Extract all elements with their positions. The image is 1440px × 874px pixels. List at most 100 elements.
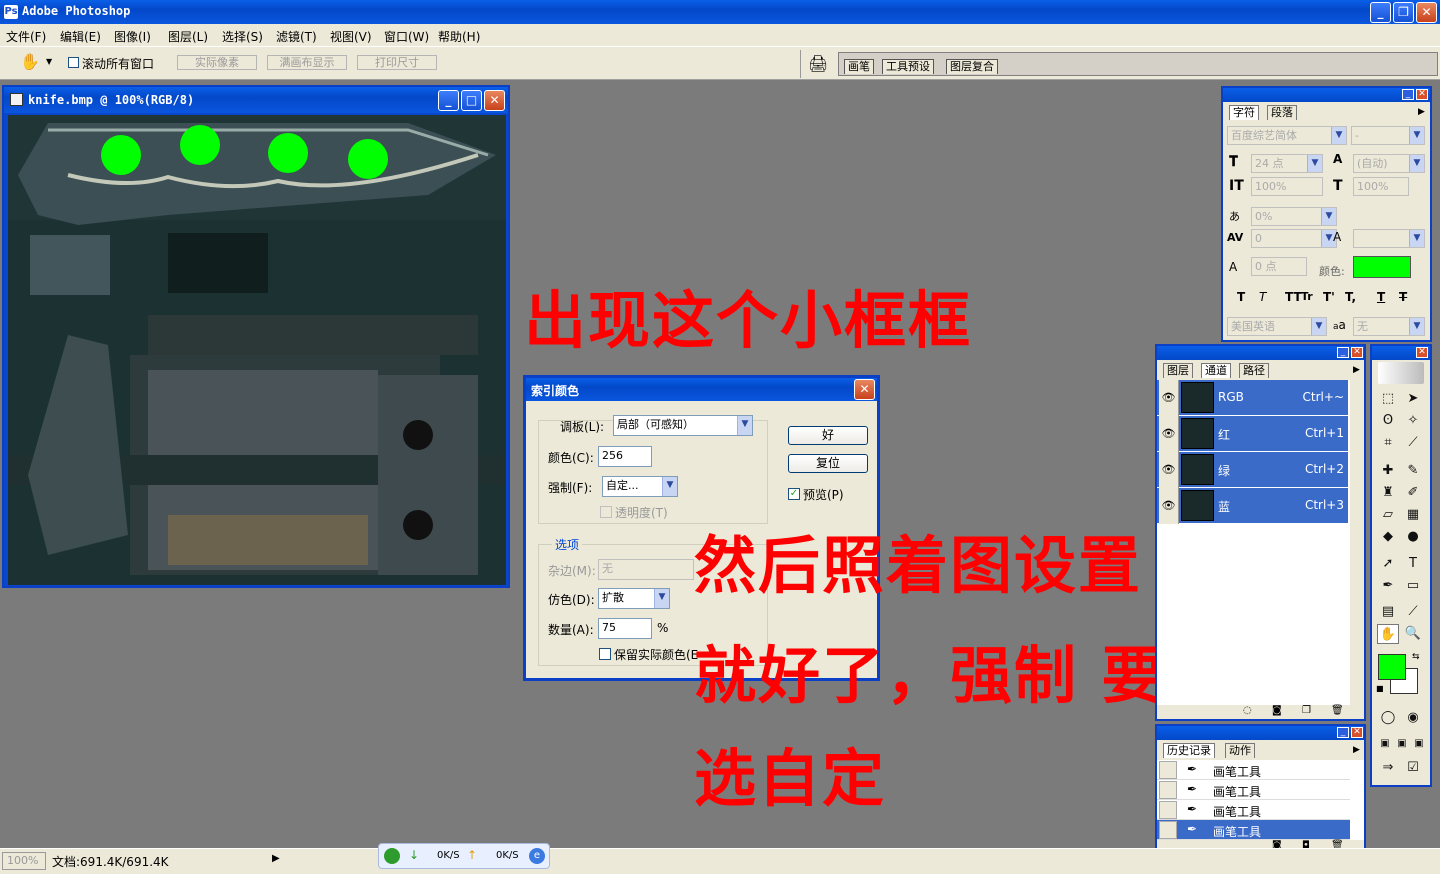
file-browser-icon[interactable]: 🖨 (808, 54, 828, 73)
ie-icon[interactable]: e (529, 848, 545, 864)
fit-screen-button[interactable]: 满画布显示 (267, 55, 347, 70)
history-item[interactable]: ✒ 画笔工具 (1157, 800, 1350, 820)
swap-colors-icon[interactable]: ⇆ (1412, 652, 1420, 662)
menu-help[interactable]: 帮助(H) (438, 28, 480, 45)
pen-tool-icon[interactable]: ✒ (1377, 576, 1399, 596)
load-selection-icon[interactable]: ◌ (1243, 705, 1252, 716)
blur-tool-icon[interactable]: ◆ (1377, 527, 1399, 547)
subscript-button[interactable]: T, (1345, 290, 1356, 304)
restore-button[interactable]: ❐ (1393, 2, 1414, 23)
menu-view[interactable]: 视图(V) (330, 28, 372, 45)
antialias-select[interactable]: 无 ▼ (1353, 317, 1425, 336)
panel-close-icon[interactable]: ✕ (1416, 89, 1428, 100)
panel-close-icon[interactable]: ✕ (1351, 347, 1363, 358)
doc-minimize-button[interactable]: _ (438, 90, 459, 111)
eyedropper-icon[interactable]: ⟋ (1402, 602, 1424, 622)
channel-row-green[interactable]: 👁 绿 Ctrl+2 (1157, 452, 1348, 488)
preserve-checkbox[interactable] (599, 648, 611, 660)
quick-mask-icon[interactable]: ◉ (1402, 708, 1424, 728)
amount-input[interactable]: 75 (598, 618, 652, 639)
leading-select[interactable]: (自动) ▼ (1353, 154, 1425, 173)
ok-button[interactable]: 好 (788, 426, 868, 445)
shape-tool-icon[interactable]: ▭ (1402, 576, 1424, 596)
forced-select[interactable]: 自定... ▼ (602, 476, 678, 497)
gradient-tool-icon[interactable]: ▦ (1402, 505, 1424, 525)
clone-stamp-icon[interactable]: ♜ (1377, 483, 1399, 503)
preview-checkbox[interactable]: ✓ (788, 488, 800, 500)
reset-button[interactable]: 复位 (788, 454, 868, 473)
channel-row-rgb[interactable]: 👁 RGB Ctrl+~ (1157, 380, 1348, 416)
history-source-box[interactable] (1159, 801, 1177, 819)
checkbox-icon[interactable]: ☑ (1402, 758, 1424, 778)
tool-preset-arrow-icon[interactable]: ▼ (46, 57, 52, 66)
foreground-color-swatch[interactable] (1378, 654, 1406, 680)
healing-brush-icon[interactable]: ✚ (1377, 461, 1399, 481)
eye-icon[interactable]: 👁 (1159, 452, 1179, 488)
knife-texture-canvas[interactable] (8, 115, 506, 585)
actual-pixels-button[interactable]: 实际像素 (177, 55, 257, 70)
brush-tool-icon[interactable]: ✎ (1402, 461, 1424, 481)
standard-mode-icon[interactable]: ◯ (1377, 708, 1399, 728)
transparency-checkbox[interactable] (600, 506, 612, 518)
panel-menu-arrow-icon[interactable]: ▶ (1418, 107, 1425, 117)
history-source-box[interactable] (1159, 821, 1177, 839)
palette-select[interactable]: 局部（可感知） ▼ (613, 415, 753, 436)
doc-maximize-button[interactable]: □ (461, 90, 482, 111)
lasso-tool-icon[interactable]: ʘ (1377, 411, 1399, 431)
tab-actions[interactable]: 动作 (1225, 743, 1255, 758)
slice-tool-icon[interactable]: ⟋ (1402, 433, 1424, 453)
all-caps-button[interactable]: TT (1285, 290, 1302, 304)
tab-paths[interactable]: 路径 (1239, 363, 1269, 378)
eraser-tool-icon[interactable]: ▱ (1377, 505, 1399, 525)
dither-select[interactable]: 扩散 ▼ (598, 588, 670, 609)
tracking-select[interactable]: ▼ (1353, 229, 1425, 248)
menu-file[interactable]: 文件(F) (6, 28, 46, 45)
menu-window[interactable]: 窗口(W) (384, 28, 429, 45)
matte-select[interactable]: 无 (598, 559, 694, 580)
well-tab-brushes[interactable]: 画笔 (844, 59, 874, 74)
magic-wand-icon[interactable]: ✧ (1402, 411, 1424, 431)
trash-icon[interactable]: 🗑 (1331, 705, 1344, 716)
font-style-select[interactable]: - ▼ (1351, 126, 1425, 145)
download-app-icon[interactable] (384, 848, 400, 864)
type-tool-icon[interactable]: T (1402, 554, 1424, 574)
faux-bold-button[interactable]: T (1237, 290, 1245, 304)
kerning-select[interactable]: 0 ▼ (1251, 229, 1337, 248)
strikethrough-button[interactable]: T (1399, 290, 1407, 304)
font-family-select[interactable]: 百度综艺简体 ▼ (1227, 126, 1347, 145)
faux-italic-button[interactable]: T (1259, 290, 1266, 304)
history-item-current[interactable]: ✒ 画笔工具 (1157, 820, 1350, 840)
zoom-tool-icon[interactable]: 🔍 (1402, 624, 1424, 644)
well-tab-tool-presets[interactable]: 工具预设 (882, 59, 934, 74)
tab-paragraph[interactable]: 段落 (1267, 105, 1297, 120)
menu-select[interactable]: 选择(S) (222, 28, 263, 45)
font-size-select[interactable]: 24 点 ▼ (1251, 154, 1323, 173)
menu-image[interactable]: 图像(I) (114, 28, 151, 45)
print-size-button[interactable]: 打印尺寸 (357, 55, 437, 70)
panel-menu-arrow-icon[interactable]: ▶ (1353, 365, 1360, 375)
doc-close-button[interactable]: ✕ (484, 90, 505, 111)
save-selection-icon[interactable]: ◙ (1272, 705, 1282, 716)
superscript-button[interactable]: T' (1323, 290, 1335, 304)
tab-history[interactable]: 历史记录 (1163, 743, 1215, 758)
history-item[interactable]: ✒ 画笔工具 (1157, 780, 1350, 800)
minimize-button[interactable]: _ (1370, 2, 1391, 23)
baseline-shift-input[interactable]: 0 点 (1251, 257, 1307, 276)
panel-menu-arrow-icon[interactable]: ▶ (1353, 745, 1360, 755)
channel-row-red[interactable]: 👁 红 Ctrl+1 (1157, 416, 1348, 452)
underline-button[interactable]: T (1377, 290, 1385, 304)
default-colors-icon[interactable]: ■ (1376, 684, 1384, 693)
menu-filter[interactable]: 滤镜(T) (276, 28, 317, 45)
eye-icon[interactable]: 👁 (1159, 488, 1179, 524)
eye-icon[interactable]: 👁 (1159, 380, 1179, 416)
imageready-jump-icon[interactable]: ⇒ (1377, 758, 1399, 778)
channel-row-blue[interactable]: 👁 蓝 Ctrl+3 (1157, 488, 1348, 524)
dodge-tool-icon[interactable]: ● (1402, 527, 1424, 547)
zoom-field[interactable]: 100% (2, 852, 46, 870)
tab-character[interactable]: 字符 (1229, 105, 1259, 120)
small-caps-button[interactable]: Tr (1301, 290, 1313, 303)
vertical-scale-input[interactable]: 100% (1251, 177, 1323, 196)
colors-input[interactable]: 256 (598, 446, 652, 467)
scroll-all-checkbox[interactable] (68, 57, 79, 68)
menu-edit[interactable]: 编辑(E) (60, 28, 101, 45)
